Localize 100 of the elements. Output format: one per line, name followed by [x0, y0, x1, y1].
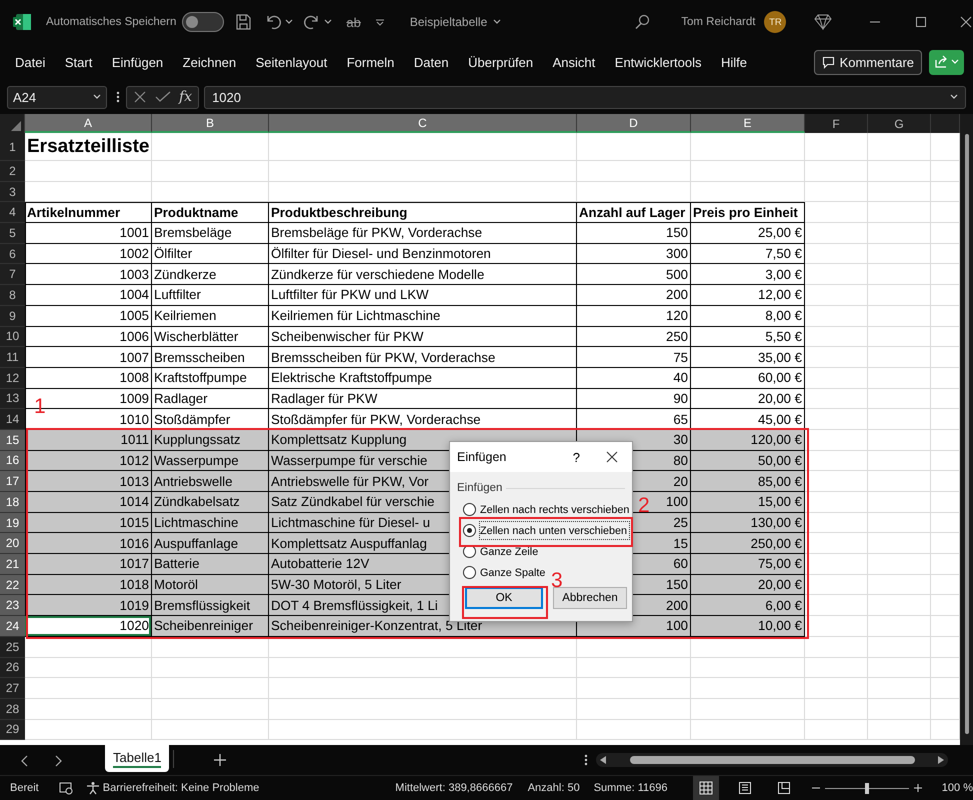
empty-cell[interactable] [691, 658, 805, 678]
table-cell[interactable]: 120 [666, 308, 688, 324]
row-header[interactable]: 16 [0, 450, 25, 472]
column-header[interactable] [931, 114, 960, 133]
table-cell[interactable]: Radlager [154, 390, 208, 406]
radio-button[interactable] [463, 503, 476, 516]
vertical-scrollbar[interactable] [960, 114, 973, 745]
table-cell[interactable]: Scheibenwischer für PKW [271, 328, 424, 344]
empty-cell[interactable] [868, 161, 931, 182]
table-cell[interactable]: 25,00 € [758, 225, 802, 240]
table-cell[interactable]: Bremsbeläge [154, 225, 232, 240]
sheet-tab[interactable]: Tabelle1 [105, 745, 170, 772]
empty-cell[interactable] [152, 636, 269, 658]
accessibility-status[interactable]: Barrierefreiheit: Keine Probleme [102, 782, 260, 794]
name-box-caret-icon[interactable] [93, 94, 101, 100]
table-cell[interactable]: 20 [673, 474, 688, 489]
table-cell[interactable]: 150 [666, 225, 688, 240]
row-header[interactable]: 21 [0, 554, 25, 575]
cancel-button[interactable]: Abbrechen [553, 587, 627, 609]
empty-cell[interactable] [868, 471, 931, 492]
share-caret-icon[interactable] [951, 59, 959, 65]
empty-cell[interactable] [868, 264, 931, 286]
table-cell[interactable]: 1002 [120, 246, 149, 262]
formula-field[interactable]: 1020 [204, 86, 966, 108]
menu-tab[interactable]: Formeln [346, 54, 394, 70]
table-cell[interactable]: Ölfilter [154, 246, 192, 262]
column-header[interactable]: B [152, 114, 269, 133]
previous-sheet-icon[interactable] [21, 755, 29, 767]
table-cell[interactable]: 1017 [120, 556, 149, 572]
table-cell[interactable]: 1019 [120, 598, 149, 613]
empty-cell[interactable] [868, 574, 931, 596]
macro-recording-icon[interactable] [58, 782, 73, 794]
horizontal-scrollbar[interactable] [596, 753, 948, 767]
row-header[interactable]: 9 [0, 306, 25, 326]
table-cell[interactable]: Stoßdämpfer [154, 412, 230, 427]
empty-cell[interactable] [577, 720, 691, 740]
menu-tab[interactable]: Entwicklertools [614, 54, 702, 70]
undo-caret-icon[interactable] [285, 19, 294, 25]
table-cell[interactable]: 1010 [120, 412, 149, 427]
menu-tab[interactable]: Überprüfen [468, 54, 534, 70]
redo-caret-icon[interactable] [324, 19, 332, 25]
table-cell[interactable]: 3,00 € [765, 266, 802, 282]
empty-cell[interactable] [868, 554, 931, 575]
empty-cell[interactable] [868, 430, 931, 451]
table-cell[interactable]: Stoßdämpfer für PKW, Vorderachse [271, 412, 481, 427]
empty-cell[interactable] [868, 388, 931, 410]
table-cell[interactable]: 90 [673, 390, 688, 406]
table-cell[interactable]: Kraftstoffpumpe [154, 370, 247, 386]
table-cell[interactable]: 1005 [120, 308, 149, 324]
empty-cell[interactable] [269, 658, 577, 678]
row-header[interactable]: 12 [0, 368, 25, 389]
radio-button[interactable] [463, 524, 476, 537]
empty-cell[interactable] [868, 450, 931, 472]
empty-cell[interactable] [691, 678, 805, 699]
table-cell[interactable]: 65 [673, 412, 688, 427]
row-header[interactable]: 28 [0, 698, 25, 720]
menu-tab[interactable]: Seitenlayout [256, 54, 328, 70]
empty-cell[interactable] [269, 698, 577, 720]
row-header[interactable]: 10 [0, 326, 25, 348]
menu-tab[interactable]: Einfügen [112, 54, 164, 70]
row-header[interactable]: 18 [0, 492, 25, 513]
share-button[interactable] [929, 50, 964, 74]
table-cell[interactable]: 1011 [120, 432, 149, 448]
empty-cell[interactable] [868, 347, 931, 368]
empty-cell[interactable] [868, 409, 931, 430]
table-cell[interactable]: 1015 [120, 515, 149, 530]
table-cell[interactable]: 1007 [120, 350, 149, 365]
empty-cell[interactable] [868, 658, 931, 678]
table-cell[interactable]: 200 [666, 598, 688, 613]
menu-tab[interactable]: Datei [15, 54, 46, 70]
empty-cell[interactable] [868, 326, 931, 348]
strikethrough-button[interactable]: ab [346, 14, 361, 30]
table-cell[interactable]: Zündkerze für verschiedene Modelle [271, 266, 484, 282]
menu-tab[interactable]: Daten [414, 54, 449, 70]
empty-cell[interactable] [805, 678, 868, 699]
normal-view-button[interactable] [693, 776, 720, 800]
excel-logo-icon[interactable] [12, 12, 32, 32]
empty-cell[interactable] [805, 347, 868, 368]
empty-cell[interactable] [805, 223, 868, 244]
empty-cell[interactable] [805, 182, 868, 202]
table-cell[interactable]: 1008 [120, 370, 149, 386]
user-name[interactable]: Tom Reichardt [681, 16, 756, 28]
row-header[interactable]: 11 [0, 347, 25, 368]
table-cell[interactable]: 7,50 € [765, 246, 802, 262]
table-cell[interactable]: 1004 [120, 287, 149, 302]
more-options-icon[interactable] [584, 754, 588, 766]
empty-cell[interactable] [868, 533, 931, 554]
empty-cell[interactable] [269, 133, 577, 161]
table-cell[interactable]: 1006 [120, 328, 149, 344]
table-cell[interactable]: 5,50 € [765, 328, 802, 344]
save-icon[interactable] [234, 13, 252, 31]
empty-cell[interactable] [805, 161, 868, 182]
option-label[interactable]: Zellen nach unten verschieben [480, 522, 630, 539]
table-cell[interactable]: 1020 [120, 618, 149, 634]
search-icon[interactable] [634, 14, 650, 30]
column-header[interactable]: C [269, 114, 577, 133]
empty-cell[interactable] [868, 720, 931, 740]
table-cell[interactable]: 200 [666, 287, 688, 302]
row-header[interactable]: 20 [0, 533, 25, 554]
empty-cell[interactable] [691, 636, 805, 658]
